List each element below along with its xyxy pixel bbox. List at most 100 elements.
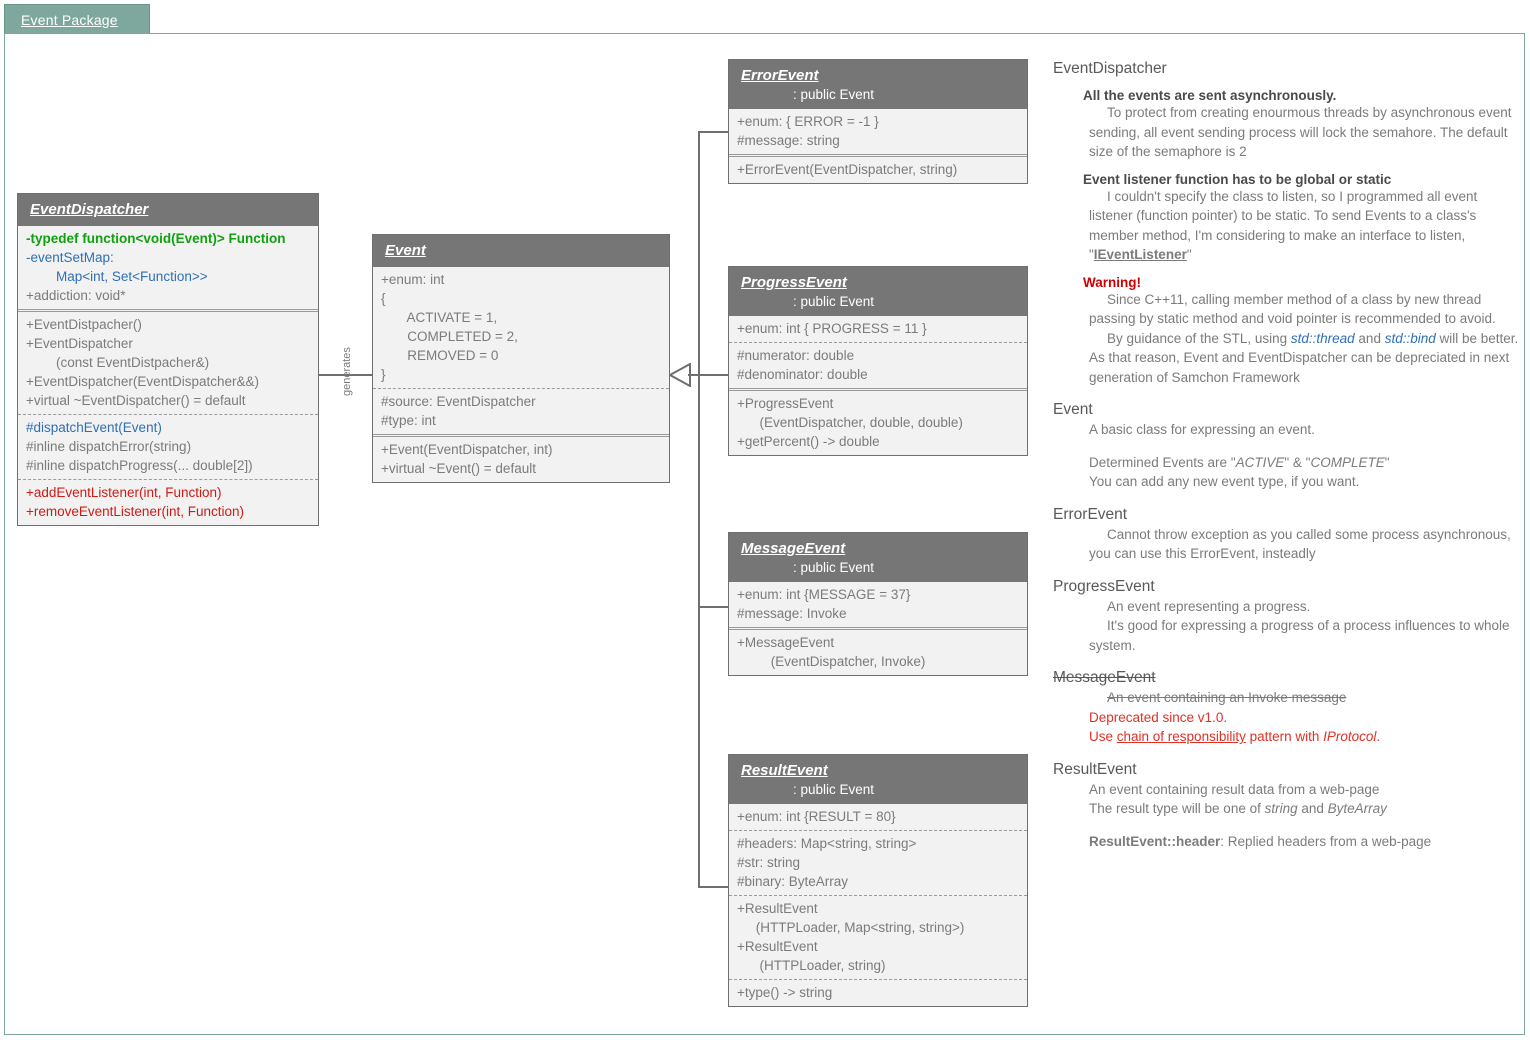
method-line: +Event(EventDispatcher, int): [381, 442, 553, 457]
documentation-panel: EventDispatcher All the events are sent …: [1053, 60, 1523, 851]
section-methods-error-event: +ErrorEvent(EventDispatcher, string): [729, 154, 1027, 183]
section-methods-result-event: +type() -> string: [729, 979, 1027, 1006]
doc-body-progress-event-2: It's good for expressing a progress of a…: [1089, 618, 1510, 653]
method-line: (EventDispatcher, double, double): [737, 415, 963, 430]
attribute-line: +addiction: void*: [26, 288, 126, 303]
generates-label: generates: [341, 347, 353, 396]
section-dispatch-methods-event-dispatcher: #dispatchEvent(Event) #inline dispatchEr…: [18, 414, 318, 479]
uml-class-diagram: Event Package generates EventDispatcher …: [0, 0, 1530, 1040]
class-box-event[interactable]: Event +enum: int { ACTIVATE = 1, COMPLET…: [372, 234, 670, 483]
class-title-event: Event: [385, 242, 426, 259]
enum-line: +enum: int {RESULT = 80}: [737, 809, 896, 824]
section-constructors-event-dispatcher: +EventDistpacher() +EventDispatcher (con…: [18, 309, 318, 414]
field-line: #headers: Map<string, string>: [737, 836, 917, 851]
doc-spacer: [1053, 440, 1523, 453]
section-fields-result-event: #headers: Map<string, string> #str: stri…: [729, 830, 1027, 895]
doc-text: " & ": [1284, 454, 1311, 470]
doc-title-result-event: ResultEvent: [1053, 760, 1137, 778]
class-box-error-event[interactable]: ErrorEvent : public Event +enum: { ERROR…: [728, 59, 1028, 184]
class-superclass-error-event: : public Event: [793, 87, 875, 102]
method-line: #inline dispatchError(string): [26, 439, 192, 454]
class-header-result-event: ResultEvent : public Event: [729, 755, 1027, 804]
doc-em-complete: COMPLETE: [1310, 454, 1385, 470]
doc-code-std-thread: std::thread: [1290, 330, 1355, 346]
doc-body-result-event-1: An event containing result data from a w…: [1089, 781, 1380, 797]
method-line: +ErrorEvent(EventDispatcher, string): [737, 162, 958, 177]
doc-title-message-event: MessageEvent: [1053, 669, 1156, 686]
class-title-progress-event: ProgressEvent: [741, 274, 847, 291]
doc-text: and: [1354, 330, 1385, 346]
section-methods-progress-event: +ProgressEvent (EventDispatcher, double,…: [729, 388, 1027, 455]
class-title-result-event: ResultEvent: [741, 762, 828, 779]
field-line: #message: Invoke: [737, 606, 847, 621]
inheritance-branch-error-event: [698, 131, 728, 133]
section-fields-message-event: +enum: int {MESSAGE = 37} #message: Invo…: [729, 582, 1027, 627]
doc-text: ": [1186, 247, 1192, 262]
class-title-message-event: MessageEvent: [741, 540, 846, 557]
section-fields-error-event: +enum: { ERROR = -1 } #message: string: [729, 109, 1027, 154]
field-line: #type: int: [381, 413, 436, 428]
doc-body-message-event-use: Use chain of responsibility pattern with…: [1089, 727, 1523, 747]
section-fields-progress-event: #numerator: double #denominator: double: [729, 342, 1027, 388]
doc-title-event-dispatcher: EventDispatcher: [1053, 60, 1167, 77]
enum-line: +enum: int { PROGRESS = 11 }: [737, 321, 927, 336]
method-line: +getPercent() -> double: [737, 434, 880, 449]
field-line: #message: string: [737, 133, 840, 148]
doc-text: and: [1297, 801, 1328, 816]
doc-em-active: ACTIVE: [1235, 454, 1285, 470]
doc-title-error-event: ErrorEvent: [1053, 505, 1128, 523]
field-line: #denominator: double: [737, 367, 868, 382]
package-tab[interactable]: Event Package: [4, 4, 150, 34]
section-attributes-event-dispatcher: -typedef function<void(Event)> Function …: [18, 226, 318, 309]
section-listener-methods-event-dispatcher: +addEventListener(int, Function) +remove…: [18, 479, 318, 525]
method-line: #inline dispatchProgress(... double[2]): [26, 458, 253, 473]
section-methods-message-event: +MessageEvent (EventDispatcher, Invoke): [729, 627, 1027, 675]
class-header-progress-event: ProgressEvent : public Event: [729, 267, 1027, 316]
doc-em-string: string: [1264, 801, 1298, 816]
doc-body-result-event-3: ResultEvent::header: Replied headers fro…: [1089, 832, 1523, 852]
doc-text: .: [1376, 729, 1381, 744]
enum-line: ACTIVATE = 1,: [381, 310, 498, 325]
class-box-result-event[interactable]: ResultEvent : public Event +enum: int {R…: [728, 754, 1028, 1007]
inheritance-branch-message-event: [698, 606, 728, 608]
class-box-event-dispatcher[interactable]: EventDispatcher -typedef function<void(E…: [17, 193, 319, 526]
inheritance-branch-progress-event: [698, 374, 728, 376]
doc-code-std-bind: std::bind: [1384, 330, 1436, 346]
class-header-error-event: ErrorEvent : public Event: [729, 60, 1027, 109]
doc-text: Use: [1089, 729, 1117, 744]
section-enum-result-event: +enum: int {RESULT = 80}: [729, 804, 1027, 830]
enum-line: {: [381, 291, 386, 306]
doc-text: pattern with: [1245, 729, 1324, 744]
doc-bold-resultevent-header: ResultEvent::header: [1089, 833, 1221, 849]
field-line: #str: string: [737, 855, 801, 870]
constructor-line: +EventDispatcher: [26, 336, 133, 351]
inheritance-branch-result-event: [698, 886, 728, 888]
constructor-line: +EventDispatcher(EventDispatcher&&): [26, 374, 259, 389]
class-box-message-event[interactable]: MessageEvent : public Event +enum: int {…: [728, 532, 1028, 676]
field-line: +enum: { ERROR = -1 }: [737, 114, 879, 129]
doc-text: The result type will be one of: [1089, 801, 1265, 816]
enum-line: COMPLETED = 2,: [381, 329, 518, 344]
field-line: #binary: ByteArray: [737, 874, 849, 889]
doc-text: ": [1384, 454, 1390, 470]
doc-body-warning-b: By guidance of the STL, using std::threa…: [1089, 329, 1523, 388]
doc-link-ieventlistener[interactable]: IEventListener: [1094, 247, 1187, 262]
doc-link-chain-of-responsibility[interactable]: chain of responsibility: [1117, 729, 1246, 744]
doc-body-listener: I couldn't specify the class to listen, …: [1089, 187, 1523, 265]
doc-body-event-1: A basic class for expressing an event.: [1089, 422, 1315, 437]
method-line: #dispatchEvent(Event): [26, 420, 162, 435]
doc-body-message-event-deprecated: Deprecated since v1.0.: [1089, 709, 1228, 725]
class-box-progress-event[interactable]: ProgressEvent : public Event +enum: int …: [728, 266, 1028, 456]
enum-line: }: [381, 367, 386, 382]
doc-subtitle-listener: Event listener function has to be global…: [1083, 171, 1392, 187]
constructor-line: +ResultEvent: [737, 901, 818, 916]
section-methods-event: +Event(EventDispatcher, int) +virtual ~E…: [373, 434, 669, 482]
section-enum-event: +enum: int { ACTIVATE = 1, COMPLETED = 2…: [373, 267, 669, 388]
method-line: +MessageEvent: [737, 635, 835, 650]
constructor-line: +ResultEvent: [737, 939, 818, 954]
method-line: +type() -> string: [737, 985, 833, 1000]
constructor-line: (HTTPLoader, Map<string, string>): [737, 920, 965, 935]
method-line: +removeEventListener(int, Function): [26, 504, 244, 519]
doc-title-event: Event: [1053, 401, 1093, 418]
doc-body-progress-event-1: An event representing a progress.: [1107, 598, 1311, 614]
